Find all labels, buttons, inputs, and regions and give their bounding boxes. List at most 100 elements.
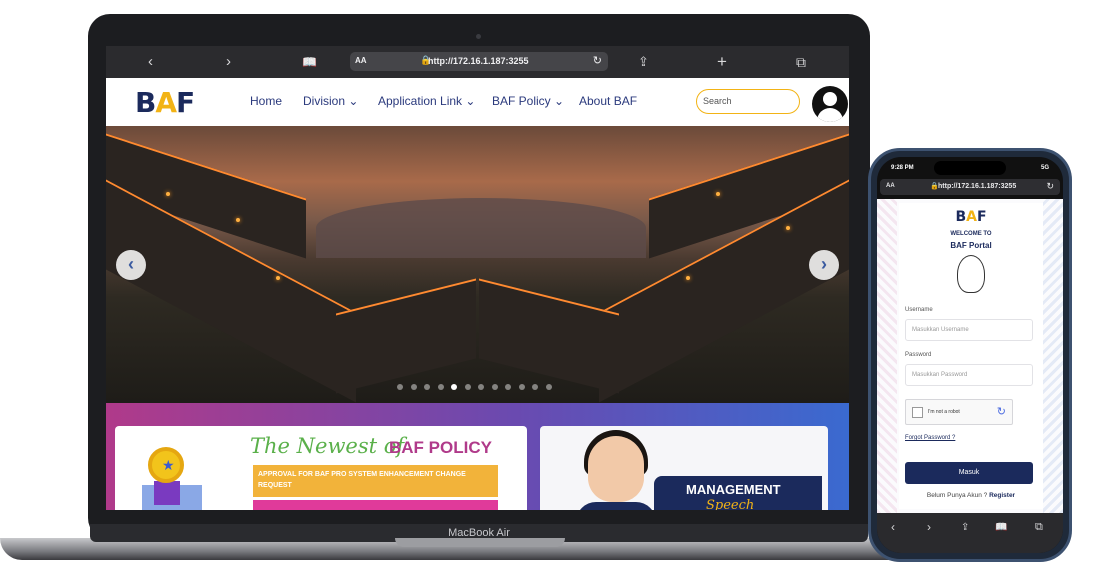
speaker-face bbox=[588, 436, 644, 502]
carousel-dot[interactable] bbox=[505, 384, 511, 390]
management-title: MANAGEMENT bbox=[686, 482, 781, 497]
carousel-dot[interactable] bbox=[397, 384, 403, 390]
carousel-dot[interactable] bbox=[437, 384, 444, 390]
tabs-icon[interactable]: ⧉ bbox=[1035, 521, 1043, 534]
baf-logo[interactable]: BAF bbox=[135, 86, 195, 119]
portal-title: BAF Portal bbox=[950, 241, 992, 250]
status-time: 9:28 PM bbox=[891, 165, 914, 171]
browser-toolbar: ‹ › 📖 AA 🔒 http://172.16.1.187:3255 ↻ ⇪ … bbox=[106, 46, 849, 78]
carousel-dot[interactable] bbox=[532, 384, 538, 390]
nav-baf-policy[interactable]: BAF Policy ⌄ bbox=[492, 94, 564, 108]
register-line: Belum Punya Akun ? Register bbox=[899, 492, 1043, 499]
no-account-text: Belum Punya Akun ? bbox=[926, 492, 988, 499]
ribbon-tail bbox=[154, 481, 180, 505]
logo-letter-b: B bbox=[955, 209, 967, 225]
login-button[interactable]: Masuk bbox=[905, 462, 1033, 484]
back-icon[interactable]: ‹ bbox=[891, 520, 895, 534]
policy-list-item[interactable]: APPROVAL FOR BAF PRO SYSTEM ENHANCEMENT … bbox=[253, 465, 498, 497]
share-icon[interactable]: ⇪ bbox=[638, 53, 649, 71]
avatar-body bbox=[817, 108, 843, 122]
logo-letter-f: F bbox=[976, 209, 987, 225]
dynamic-island bbox=[934, 161, 1006, 175]
recaptcha-checkbox[interactable] bbox=[912, 407, 923, 418]
recaptcha-label: I'm not a robot bbox=[928, 409, 960, 415]
phone-screen: 9:28 PM 5G AA 🔒 http://172.16.1.187:3255… bbox=[877, 157, 1063, 553]
reader-icon[interactable]: 📖 bbox=[995, 522, 1007, 533]
search-input[interactable]: Search bbox=[696, 89, 800, 114]
policy-list-item[interactable] bbox=[253, 500, 498, 510]
portal-logo: BAF bbox=[899, 209, 1043, 225]
phone-browser-toolbar: ‹ › ⇪ 📖 ⧉ bbox=[877, 513, 1063, 553]
policy-card[interactable]: ★ The Newest of BAF POLICY APPROVAL FOR … bbox=[115, 426, 527, 510]
nav-application-link[interactable]: Application Link ⌄ bbox=[378, 94, 475, 108]
laptop-screen: ‹ › 📖 AA 🔒 http://172.16.1.187:3255 ↻ ⇪ … bbox=[106, 46, 849, 510]
address-bar[interactable]: AA 🔒 http://172.16.1.187:3255 ↻ bbox=[350, 52, 608, 71]
phone-address-bar[interactable]: AA 🔒 http://172.16.1.187:3255 ↻ bbox=[880, 179, 1060, 195]
nav-home[interactable]: Home bbox=[250, 94, 282, 108]
new-tab-icon[interactable]: + bbox=[717, 53, 727, 71]
tabs-icon[interactable]: ⧉ bbox=[796, 53, 806, 71]
register-link[interactable]: Register bbox=[989, 492, 1015, 499]
nav-about-baf[interactable]: About BAF bbox=[579, 94, 637, 108]
hero-mountain bbox=[316, 198, 646, 258]
url-text: http://172.16.1.187:3255 bbox=[428, 56, 529, 66]
management-speech-card[interactable]: MANAGEMENT Speech bbox=[540, 426, 828, 510]
username-field[interactable]: Masukkan Username bbox=[905, 319, 1033, 341]
carousel-dot[interactable] bbox=[478, 384, 484, 390]
carousel-next-button[interactable]: › bbox=[809, 250, 839, 280]
phone-url-text: http://172.16.1.187:3255 bbox=[938, 183, 1017, 190]
newest-heading: The Newest of bbox=[250, 434, 405, 458]
recaptcha-icon: ↻ bbox=[996, 406, 1006, 418]
share-icon[interactable]: ⇪ bbox=[961, 522, 969, 533]
back-icon[interactable]: ‹ bbox=[148, 53, 153, 71]
login-card: BAF WELCOME TO BAF Portal Username Masuk… bbox=[899, 203, 1043, 509]
welcome-text: WELCOME TO bbox=[950, 231, 992, 237]
logo-letter-a: A bbox=[966, 209, 977, 225]
phone-text-size-button[interactable]: AA bbox=[886, 183, 895, 189]
device-mockup: MacBook Air ‹ › 📖 AA 🔒 http://172.16.1.1… bbox=[0, 0, 1096, 577]
lantern bbox=[686, 276, 690, 280]
nav-division[interactable]: Division ⌄ bbox=[303, 94, 358, 108]
carousel-dot[interactable] bbox=[410, 384, 417, 390]
forward-icon[interactable]: › bbox=[226, 53, 231, 71]
featured-section: ★ The Newest of BAF POLICY APPROVAL FOR … bbox=[106, 403, 849, 510]
laptop-notch bbox=[395, 538, 565, 547]
reader-icon[interactable]: 📖 bbox=[302, 53, 317, 71]
wayang-emblem-icon bbox=[957, 255, 985, 293]
lantern bbox=[716, 192, 720, 196]
reload-icon[interactable]: ↻ bbox=[1046, 181, 1054, 192]
lantern bbox=[276, 276, 280, 280]
reload-icon[interactable]: ↻ bbox=[593, 54, 602, 67]
login-page: BAF WELCOME TO BAF Portal Username Masuk… bbox=[877, 199, 1063, 513]
carousel-prev-button[interactable]: ‹ bbox=[116, 250, 146, 280]
carousel-dot[interactable] bbox=[451, 384, 457, 390]
lantern bbox=[786, 226, 790, 230]
logo-letter-b: B bbox=[135, 86, 156, 119]
carousel-dot[interactable] bbox=[518, 384, 525, 390]
password-label: Password bbox=[905, 352, 932, 358]
carousel-dot[interactable] bbox=[491, 384, 498, 390]
management-subtitle: Speech bbox=[706, 498, 755, 510]
carousel-dot[interactable] bbox=[464, 384, 471, 390]
avatar[interactable] bbox=[812, 86, 848, 122]
logo-letter-f: F bbox=[176, 86, 195, 119]
text-size-button[interactable]: AA bbox=[355, 56, 367, 65]
carousel-dot[interactable] bbox=[545, 384, 552, 390]
laptop-camera bbox=[476, 34, 481, 39]
recaptcha-widget[interactable]: I'm not a robot ↻ bbox=[905, 399, 1013, 425]
speaker-body bbox=[576, 502, 656, 510]
forgot-password-link[interactable]: Forgot Password ? bbox=[905, 435, 955, 441]
password-field[interactable]: Masukkan Password bbox=[905, 364, 1033, 386]
carousel-dot[interactable] bbox=[424, 384, 430, 390]
status-signal: 5G bbox=[1040, 165, 1049, 171]
avatar-head bbox=[823, 92, 837, 106]
hero-roof bbox=[336, 278, 476, 394]
policy-title: BAF POLICY bbox=[389, 438, 492, 457]
lantern bbox=[236, 218, 240, 222]
forward-icon[interactable]: › bbox=[927, 520, 931, 534]
award-ribbon-icon: ★ bbox=[134, 443, 202, 510]
laptop-label: MacBook Air bbox=[448, 527, 510, 539]
hero-roof bbox=[479, 278, 619, 394]
decor-pattern-right bbox=[1043, 199, 1063, 513]
phone-status-bar: 9:28 PM 5G bbox=[877, 157, 1063, 177]
